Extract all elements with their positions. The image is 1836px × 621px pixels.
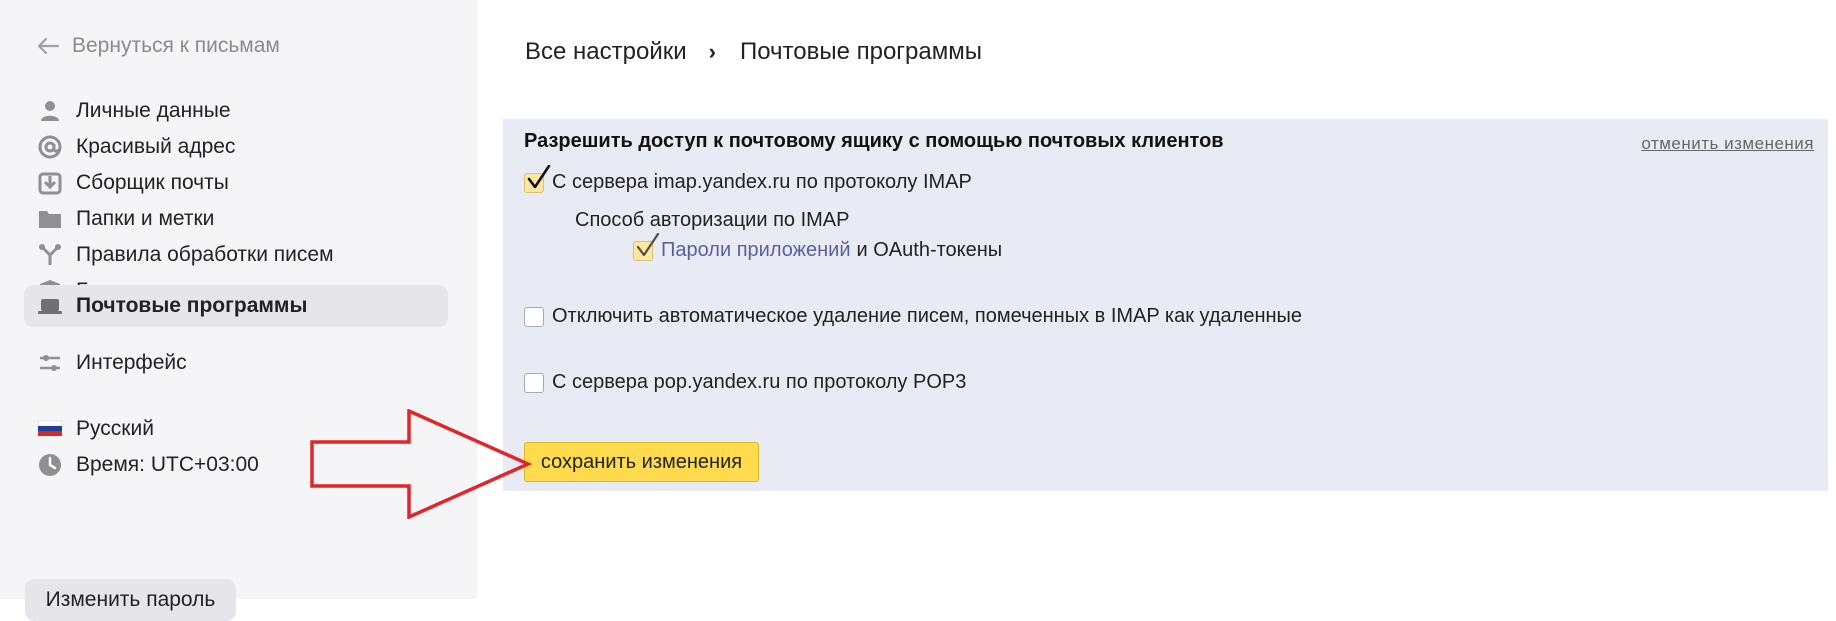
auth-method-label: Способ авторизации по IMAP (575, 209, 850, 231)
breadcrumb: Все настройки › Почтовые программы (525, 36, 982, 68)
oauth-tokens-label: и OAuth-токены (856, 239, 1003, 261)
disable-autodelete-option: Отключить автоматическое удаление писем,… (524, 305, 1302, 328)
sidebar-item-label: Сборщик почты (76, 171, 229, 194)
sidebar-item-label: Интерфейс (76, 351, 187, 374)
back-to-mail-link[interactable]: Вернуться к письмам (34, 32, 280, 60)
download-icon (37, 170, 63, 196)
person-icon (37, 98, 63, 124)
annotation-arrow-icon (310, 409, 532, 519)
imap-option: С сервера imap.yandex.ru по протоколу IM… (524, 164, 972, 194)
app-passwords-link[interactable]: Пароли приложений (661, 239, 851, 262)
imap-checkbox[interactable] (524, 164, 551, 193)
folder-icon (37, 206, 63, 232)
pop3-label: С сервера pop.yandex.ru по протоколу POP… (552, 371, 967, 393)
fork-icon (37, 242, 63, 268)
checkmark-icon (636, 232, 660, 256)
breadcrumb-all-settings[interactable]: Все настройки (525, 38, 687, 66)
sidebar-item-label: Правила обработки писем (76, 243, 334, 266)
sidebar-item-label: Почтовые программы (76, 294, 308, 317)
disable-autodelete-checkbox[interactable] (524, 306, 544, 327)
at-icon (37, 134, 63, 160)
sidebar-item-label: Личные данные (76, 99, 231, 122)
app-passwords-checkbox[interactable] (633, 232, 660, 261)
pop3-option: С сервера pop.yandex.ru по протоколу POP… (524, 371, 966, 394)
mail-clients-panel: Разрешить доступ к почтовому ящику с пом… (503, 119, 1828, 491)
sidebar-item-label: Папки и метки (76, 207, 215, 230)
russia-flag-icon (37, 416, 63, 442)
change-password-button[interactable]: Изменить пароль (25, 579, 236, 621)
breadcrumb-separator: › (708, 39, 716, 64)
save-changes-button[interactable]: сохранить изменения (524, 442, 759, 482)
panel-title: Разрешить доступ к почтовому ящику с пом… (524, 130, 1224, 152)
checkmark-icon (527, 164, 551, 188)
disable-autodelete-label: Отключить автоматическое удаление писем,… (552, 305, 1303, 327)
cancel-changes-link[interactable]: отменить изменения (1641, 134, 1814, 154)
sidebar-item-interface[interactable]: Интерфейс (24, 342, 448, 384)
sidebar-item-label: Красивый адрес (76, 135, 236, 158)
clock-icon (37, 452, 63, 478)
auth-method-row: Способ авторизации по IMAP (575, 209, 849, 232)
sidebar-item-mail-clients[interactable]: Почтовые программы (24, 285, 448, 327)
pop3-checkbox[interactable] (524, 372, 544, 393)
back-link-label: Вернуться к письмам (72, 34, 280, 57)
language-label: Русский (76, 417, 154, 440)
breadcrumb-current: Почтовые программы (739, 38, 983, 65)
sliders-icon (37, 350, 63, 376)
timezone-label: Время: UTC+03:00 (76, 453, 259, 476)
imap-label: С сервера imap.yandex.ru по протоколу IM… (552, 171, 972, 193)
laptop-icon (37, 293, 63, 319)
arrow-left-icon (37, 37, 60, 55)
app-passwords-option: Пароли приложений и OAuth-токены (633, 232, 1003, 262)
